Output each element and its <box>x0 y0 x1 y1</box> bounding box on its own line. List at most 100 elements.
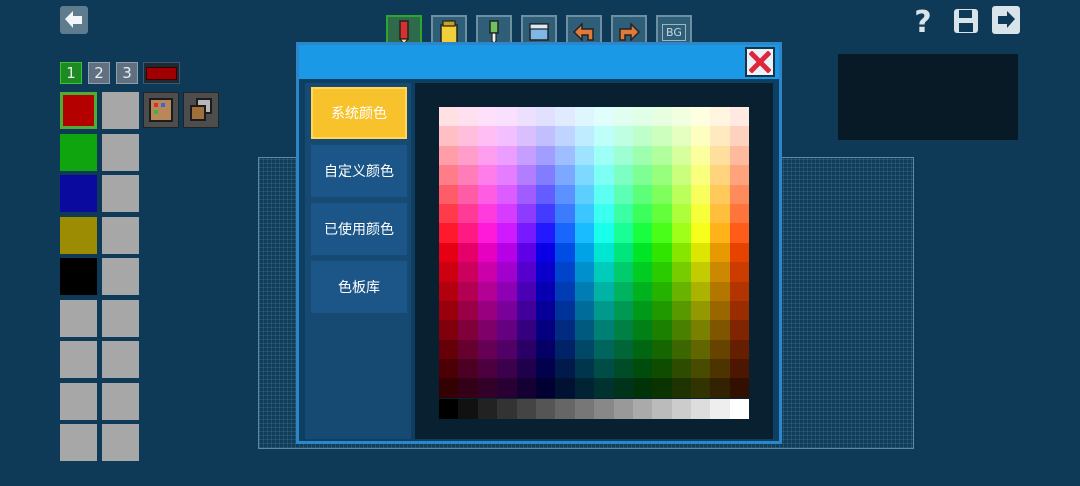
palette-color-cell[interactable] <box>729 262 750 282</box>
palette-color-cell[interactable] <box>729 203 750 224</box>
palette-color-cell[interactable] <box>729 339 750 360</box>
grayscale-cell[interactable] <box>613 399 633 419</box>
palette-color-cell[interactable] <box>516 107 536 127</box>
palette-color-cell[interactable] <box>710 165 730 185</box>
palette-color-cell[interactable] <box>632 320 653 340</box>
palette-color-cell[interactable] <box>632 359 653 379</box>
palette-color-cell[interactable] <box>632 378 653 398</box>
palette-color-cell[interactable] <box>574 281 595 301</box>
palette-color-cell[interactable] <box>535 165 556 185</box>
palette-color-cell[interactable] <box>574 262 595 282</box>
palette-color-cell[interactable] <box>652 223 672 243</box>
palette-color-cell[interactable] <box>671 203 692 224</box>
palette-color-cell[interactable] <box>555 184 575 204</box>
grayscale-cell[interactable] <box>710 399 730 419</box>
grayscale-cell[interactable] <box>458 399 478 419</box>
palette-color-cell[interactable] <box>632 184 653 204</box>
palette-color-cell[interactable] <box>594 203 614 224</box>
palette-color-cell[interactable] <box>497 203 517 224</box>
color-swatch[interactable] <box>60 258 97 295</box>
palette-color-cell[interactable] <box>613 359 633 379</box>
palette-color-cell[interactable] <box>671 126 692 146</box>
palette-color-cell[interactable] <box>458 242 478 263</box>
palette-color-cell[interactable] <box>594 320 614 340</box>
palette-color-cell[interactable] <box>729 281 750 301</box>
palette-color-cell[interactable] <box>710 281 730 301</box>
palette-color-cell[interactable] <box>477 165 498 185</box>
palette-color-cell[interactable] <box>671 378 692 398</box>
palette-color-cell[interactable] <box>535 242 556 263</box>
empty-swatch[interactable] <box>102 299 139 337</box>
palette-color-cell[interactable] <box>439 165 459 185</box>
palette-color-cell[interactable] <box>574 126 595 146</box>
palette-color-cell[interactable] <box>729 145 750 166</box>
palette-color-cell[interactable] <box>497 126 517 146</box>
palette-color-cell[interactable] <box>497 107 517 127</box>
palette-color-cell[interactable] <box>691 320 711 340</box>
palette-color-cell[interactable] <box>671 165 692 185</box>
palette-color-cell[interactable] <box>458 107 478 127</box>
menu-system-colors[interactable]: 系统颜色 <box>311 87 407 139</box>
palette-color-cell[interactable] <box>652 126 672 146</box>
palette-color-cell[interactable] <box>535 359 556 379</box>
palette-color-cell[interactable] <box>671 281 692 301</box>
palette-color-cell[interactable] <box>710 203 730 224</box>
palette-color-cell[interactable] <box>516 126 536 146</box>
palette-color-cell[interactable] <box>613 126 633 146</box>
empty-swatch[interactable] <box>102 92 139 129</box>
palette-color-cell[interactable] <box>555 320 575 340</box>
palette-color-cell[interactable] <box>516 145 536 166</box>
palette-color-cell[interactable] <box>671 107 692 127</box>
palette-color-cell[interactable] <box>555 378 575 398</box>
color-swatch[interactable] <box>60 92 97 129</box>
menu-used-colors[interactable]: 已使用颜色 <box>311 203 407 255</box>
palette-color-cell[interactable] <box>710 184 730 204</box>
palette-color-cell[interactable] <box>632 262 653 282</box>
palette-color-cell[interactable] <box>477 281 498 301</box>
palette-color-cell[interactable] <box>535 145 556 166</box>
back-button[interactable] <box>58 4 90 36</box>
palette-color-cell[interactable] <box>439 281 459 301</box>
palette-color-cell[interactable] <box>594 378 614 398</box>
palette-color-cell[interactable] <box>632 203 653 224</box>
palette-color-cell[interactable] <box>458 262 478 282</box>
palette-color-cell[interactable] <box>497 242 517 263</box>
share-button[interactable] <box>990 4 1022 36</box>
palette-color-cell[interactable] <box>477 126 498 146</box>
palette-color-cell[interactable] <box>477 223 498 243</box>
palette-color-cell[interactable] <box>729 107 750 127</box>
palette-color-cell[interactable] <box>574 242 595 263</box>
palette-color-cell[interactable] <box>652 300 672 321</box>
color-palette-grid[interactable] <box>439 107 750 398</box>
grayscale-cell[interactable] <box>439 399 459 419</box>
empty-swatch[interactable] <box>102 258 139 295</box>
palette-button[interactable] <box>143 92 179 128</box>
palette-color-cell[interactable] <box>710 242 730 263</box>
palette-color-cell[interactable] <box>691 126 711 146</box>
grayscale-row[interactable] <box>439 399 750 419</box>
palette-color-cell[interactable] <box>652 184 672 204</box>
empty-swatch[interactable] <box>102 341 139 378</box>
palette-color-cell[interactable] <box>632 126 653 146</box>
palette-color-cell[interactable] <box>555 223 575 243</box>
palette-color-cell[interactable] <box>594 242 614 263</box>
palette-color-cell[interactable] <box>439 242 459 263</box>
palette-color-cell[interactable] <box>516 223 536 243</box>
palette-color-cell[interactable] <box>477 242 498 263</box>
palette-color-cell[interactable] <box>516 359 536 379</box>
palette-color-cell[interactable] <box>691 339 711 360</box>
palette-color-cell[interactable] <box>671 145 692 166</box>
palette-color-cell[interactable] <box>691 165 711 185</box>
palette-color-cell[interactable] <box>497 223 517 243</box>
palette-color-cell[interactable] <box>671 300 692 321</box>
palette-color-cell[interactable] <box>710 300 730 321</box>
layer-tab-2[interactable]: 2 <box>88 62 110 84</box>
palette-color-cell[interactable] <box>439 126 459 146</box>
palette-color-cell[interactable] <box>555 126 575 146</box>
palette-color-cell[interactable] <box>574 300 595 321</box>
palette-color-cell[interactable] <box>691 281 711 301</box>
palette-color-cell[interactable] <box>710 223 730 243</box>
palette-color-cell[interactable] <box>613 165 633 185</box>
empty-swatch[interactable] <box>102 216 139 254</box>
palette-color-cell[interactable] <box>439 203 459 224</box>
